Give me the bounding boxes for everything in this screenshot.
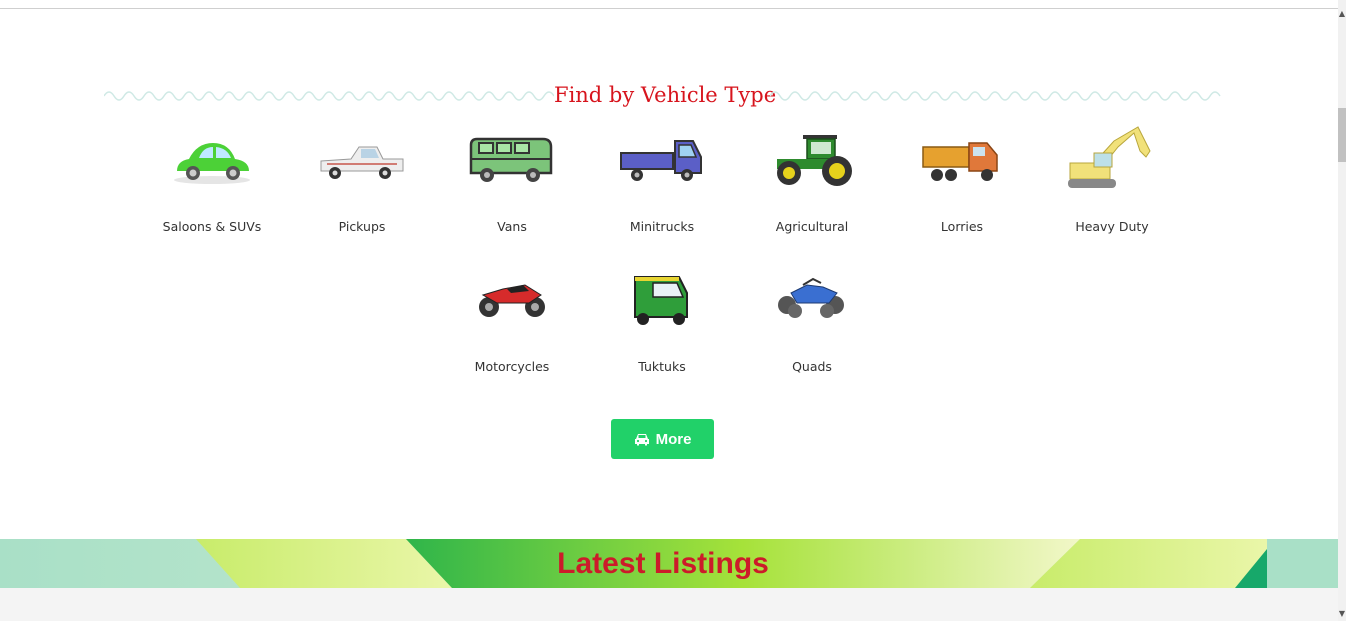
scrollbar[interactable]: ▲ ▼ (1338, 0, 1346, 621)
scroll-thumb[interactable] (1338, 108, 1346, 162)
pickup-truck-icon (320, 146, 404, 179)
vehicle-type-lorries[interactable]: Lorries (887, 133, 1037, 234)
tuktuk-icon (634, 276, 688, 325)
latest-listings-title: Latest Listings (557, 547, 769, 580)
listings-area (0, 588, 1338, 621)
vehicle-label: Lorries (940, 219, 984, 234)
vehicle-label: Saloons & SUVs (162, 219, 262, 234)
vehicle-label: Motorcycles (474, 359, 550, 374)
vehicle-type-pickups[interactable]: Pickups (287, 133, 437, 234)
van-icon (469, 137, 553, 182)
squiggle-divider-left (104, 91, 554, 101)
car-front-icon (634, 433, 649, 445)
scroll-up-arrow-icon[interactable]: ▲ (1338, 10, 1346, 18)
latest-listings-banner: Latest Listings (0, 539, 1338, 588)
motorcycle-icon (479, 284, 545, 317)
vehicle-label: Vans (497, 219, 527, 234)
vehicle-label: Tuktuks (638, 359, 686, 374)
minitruck-icon (620, 140, 702, 181)
lorry-icon (922, 142, 998, 181)
excavator-icon (1068, 126, 1151, 188)
more-button-label: More (655, 430, 692, 448)
more-button[interactable]: More (611, 419, 714, 459)
vehicle-type-heavy-duty[interactable]: Heavy Duty (1037, 123, 1187, 234)
section-header: Find by Vehicle Type (104, 80, 1224, 110)
vehicle-type-minitrucks[interactable]: Minitrucks (587, 133, 737, 234)
section-title: Find by Vehicle Type (554, 83, 777, 107)
vehicle-label: Agricultural (775, 219, 849, 234)
vehicle-label: Heavy Duty (1075, 219, 1149, 234)
vehicle-type-agricultural[interactable]: Agricultural (737, 133, 887, 234)
vehicle-type-motorcycles[interactable]: Motorcycles (437, 273, 587, 374)
vehicle-label: Minitrucks (629, 219, 695, 234)
quad-bike-icon (778, 277, 844, 318)
squiggle-divider-right (770, 91, 1221, 101)
vehicle-type-vans[interactable]: Vans (437, 133, 587, 234)
tractor-icon (777, 135, 852, 186)
top-divider (0, 8, 1338, 9)
scroll-down-arrow-icon[interactable]: ▼ (1338, 610, 1346, 618)
vehicle-type-saloons-suvs[interactable]: Saloons & SUVs (137, 133, 287, 234)
vehicle-label: Quads (792, 359, 832, 374)
car-icon (174, 143, 250, 184)
vehicle-type-tuktuks[interactable]: Tuktuks (587, 273, 737, 374)
vehicle-type-quads[interactable]: Quads (737, 273, 887, 374)
vehicle-label: Pickups (338, 219, 386, 234)
